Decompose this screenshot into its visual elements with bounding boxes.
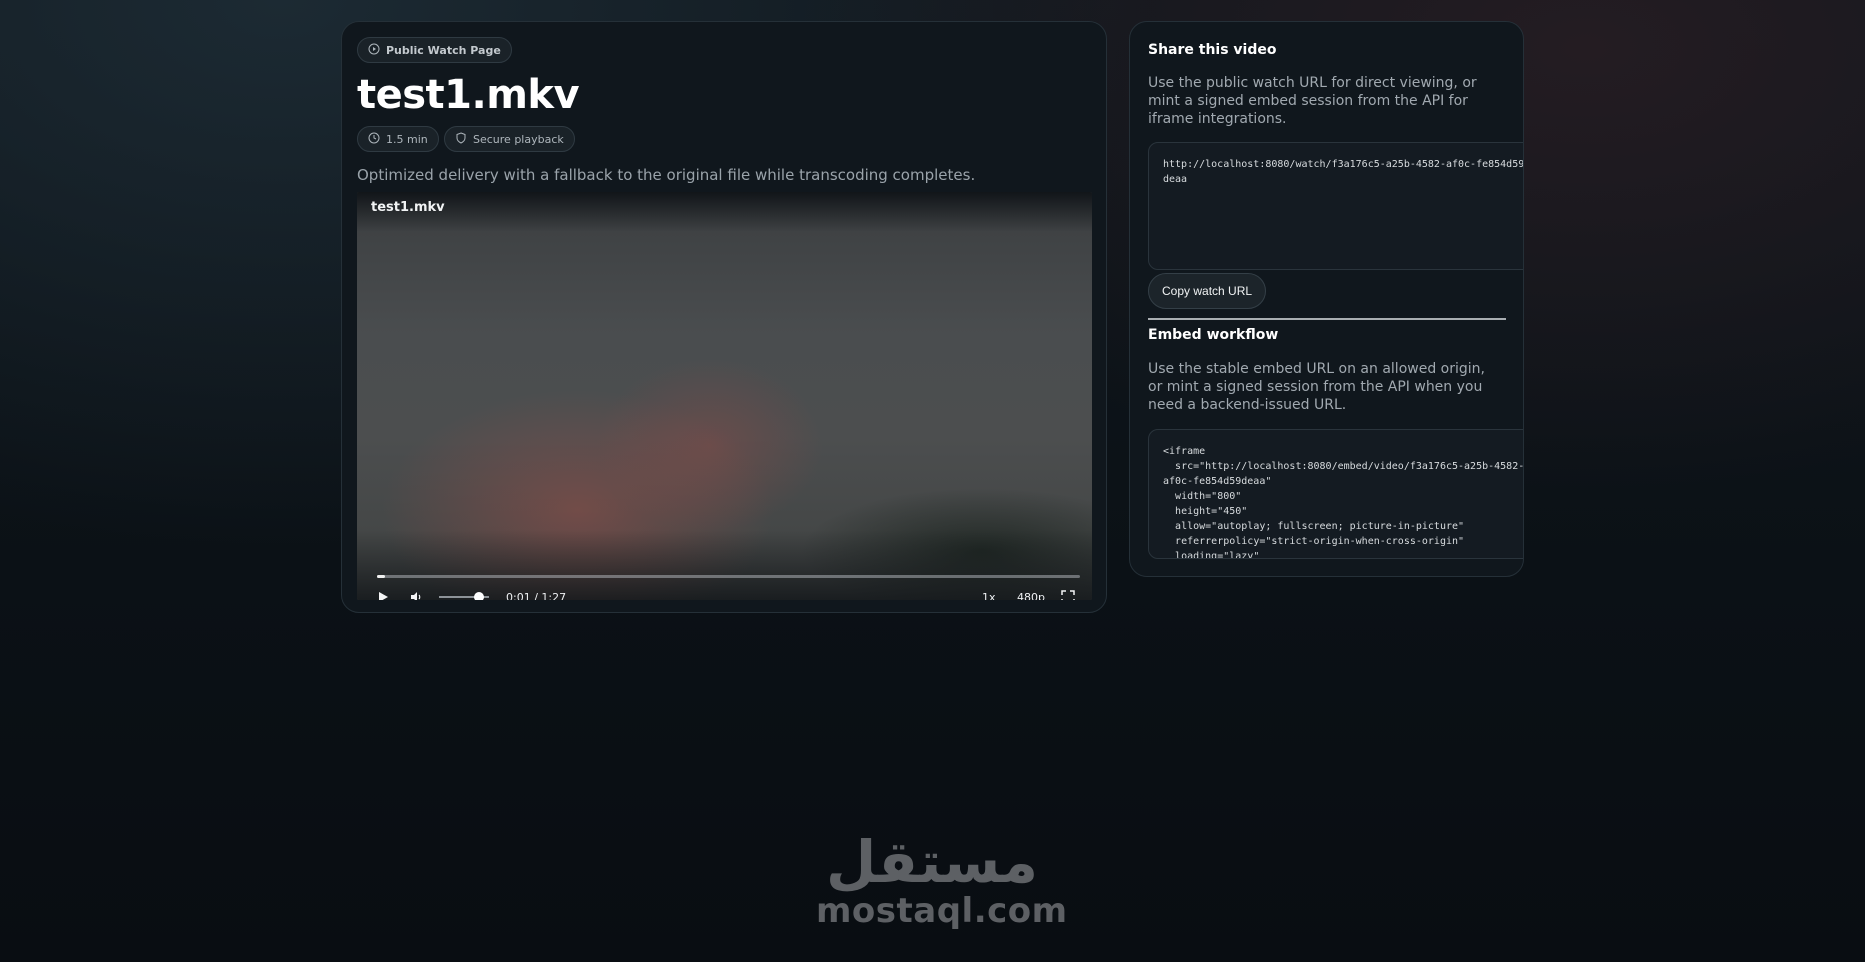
page-title: test1.mkv xyxy=(357,72,580,118)
video-card: Public Watch Page test1.mkv 1.5 min Secu… xyxy=(341,21,1107,613)
playback-speed-button[interactable]: 1x xyxy=(982,591,996,600)
embed-code-field[interactable]: <iframe src="http://localhost:8080/embed… xyxy=(1148,429,1523,559)
share-title: Share this video xyxy=(1148,42,1277,58)
player-title: test1.mkv xyxy=(371,200,445,215)
player-top-gradient xyxy=(357,192,1092,232)
embed-description: Use the stable embed URL on an allowed o… xyxy=(1148,361,1485,413)
progress-bar[interactable] xyxy=(377,575,1080,578)
play-button[interactable] xyxy=(376,590,390,600)
badge-label: Public Watch Page xyxy=(386,43,501,57)
volume-icon xyxy=(411,592,421,600)
fullscreen-icon xyxy=(1061,590,1075,600)
watch-url-field[interactable]: http://localhost:8080/watch/f3a176c5-a25… xyxy=(1148,142,1523,270)
secure-playback-badge: Secure playback xyxy=(444,126,575,152)
clock-icon xyxy=(368,132,380,147)
security-label: Secure playback xyxy=(473,132,564,146)
embed-title: Embed workflow xyxy=(1148,327,1279,343)
section-divider xyxy=(1148,318,1506,320)
fullscreen-button[interactable] xyxy=(1061,590,1075,600)
volume-slider-handle[interactable] xyxy=(474,592,484,600)
watermark-logo: مستقل mostaql.com xyxy=(816,828,1068,931)
duration-badge: 1.5 min xyxy=(357,126,439,152)
quality-button[interactable]: 480p xyxy=(1017,591,1045,600)
watermark-latin: mostaql.com xyxy=(816,891,1068,931)
volume-slider[interactable] xyxy=(439,592,489,600)
share-description: Use the public watch URL for direct view… xyxy=(1148,75,1477,127)
watermark-arabic: مستقل xyxy=(825,828,1039,896)
copy-watch-url-button[interactable]: Copy watch URL xyxy=(1148,273,1267,309)
video-player[interactable]: test1.mkv 0:01 / 1:27 1x 480p xyxy=(357,192,1092,600)
shield-icon xyxy=(455,131,467,147)
mute-button[interactable] xyxy=(409,590,423,600)
duration-label: 1.5 min xyxy=(386,132,428,146)
time-display: 0:01 / 1:27 xyxy=(506,591,567,600)
play-circle-icon xyxy=(368,43,380,58)
progress-fill xyxy=(377,575,385,578)
share-card: Share this video Use the public watch UR… xyxy=(1129,21,1524,577)
play-icon xyxy=(379,592,388,600)
player-controls: 0:01 / 1:27 1x 480p xyxy=(357,586,1092,600)
video-description: Optimized delivery with a fallback to th… xyxy=(357,166,976,184)
public-watch-page-badge: Public Watch Page xyxy=(357,37,512,63)
